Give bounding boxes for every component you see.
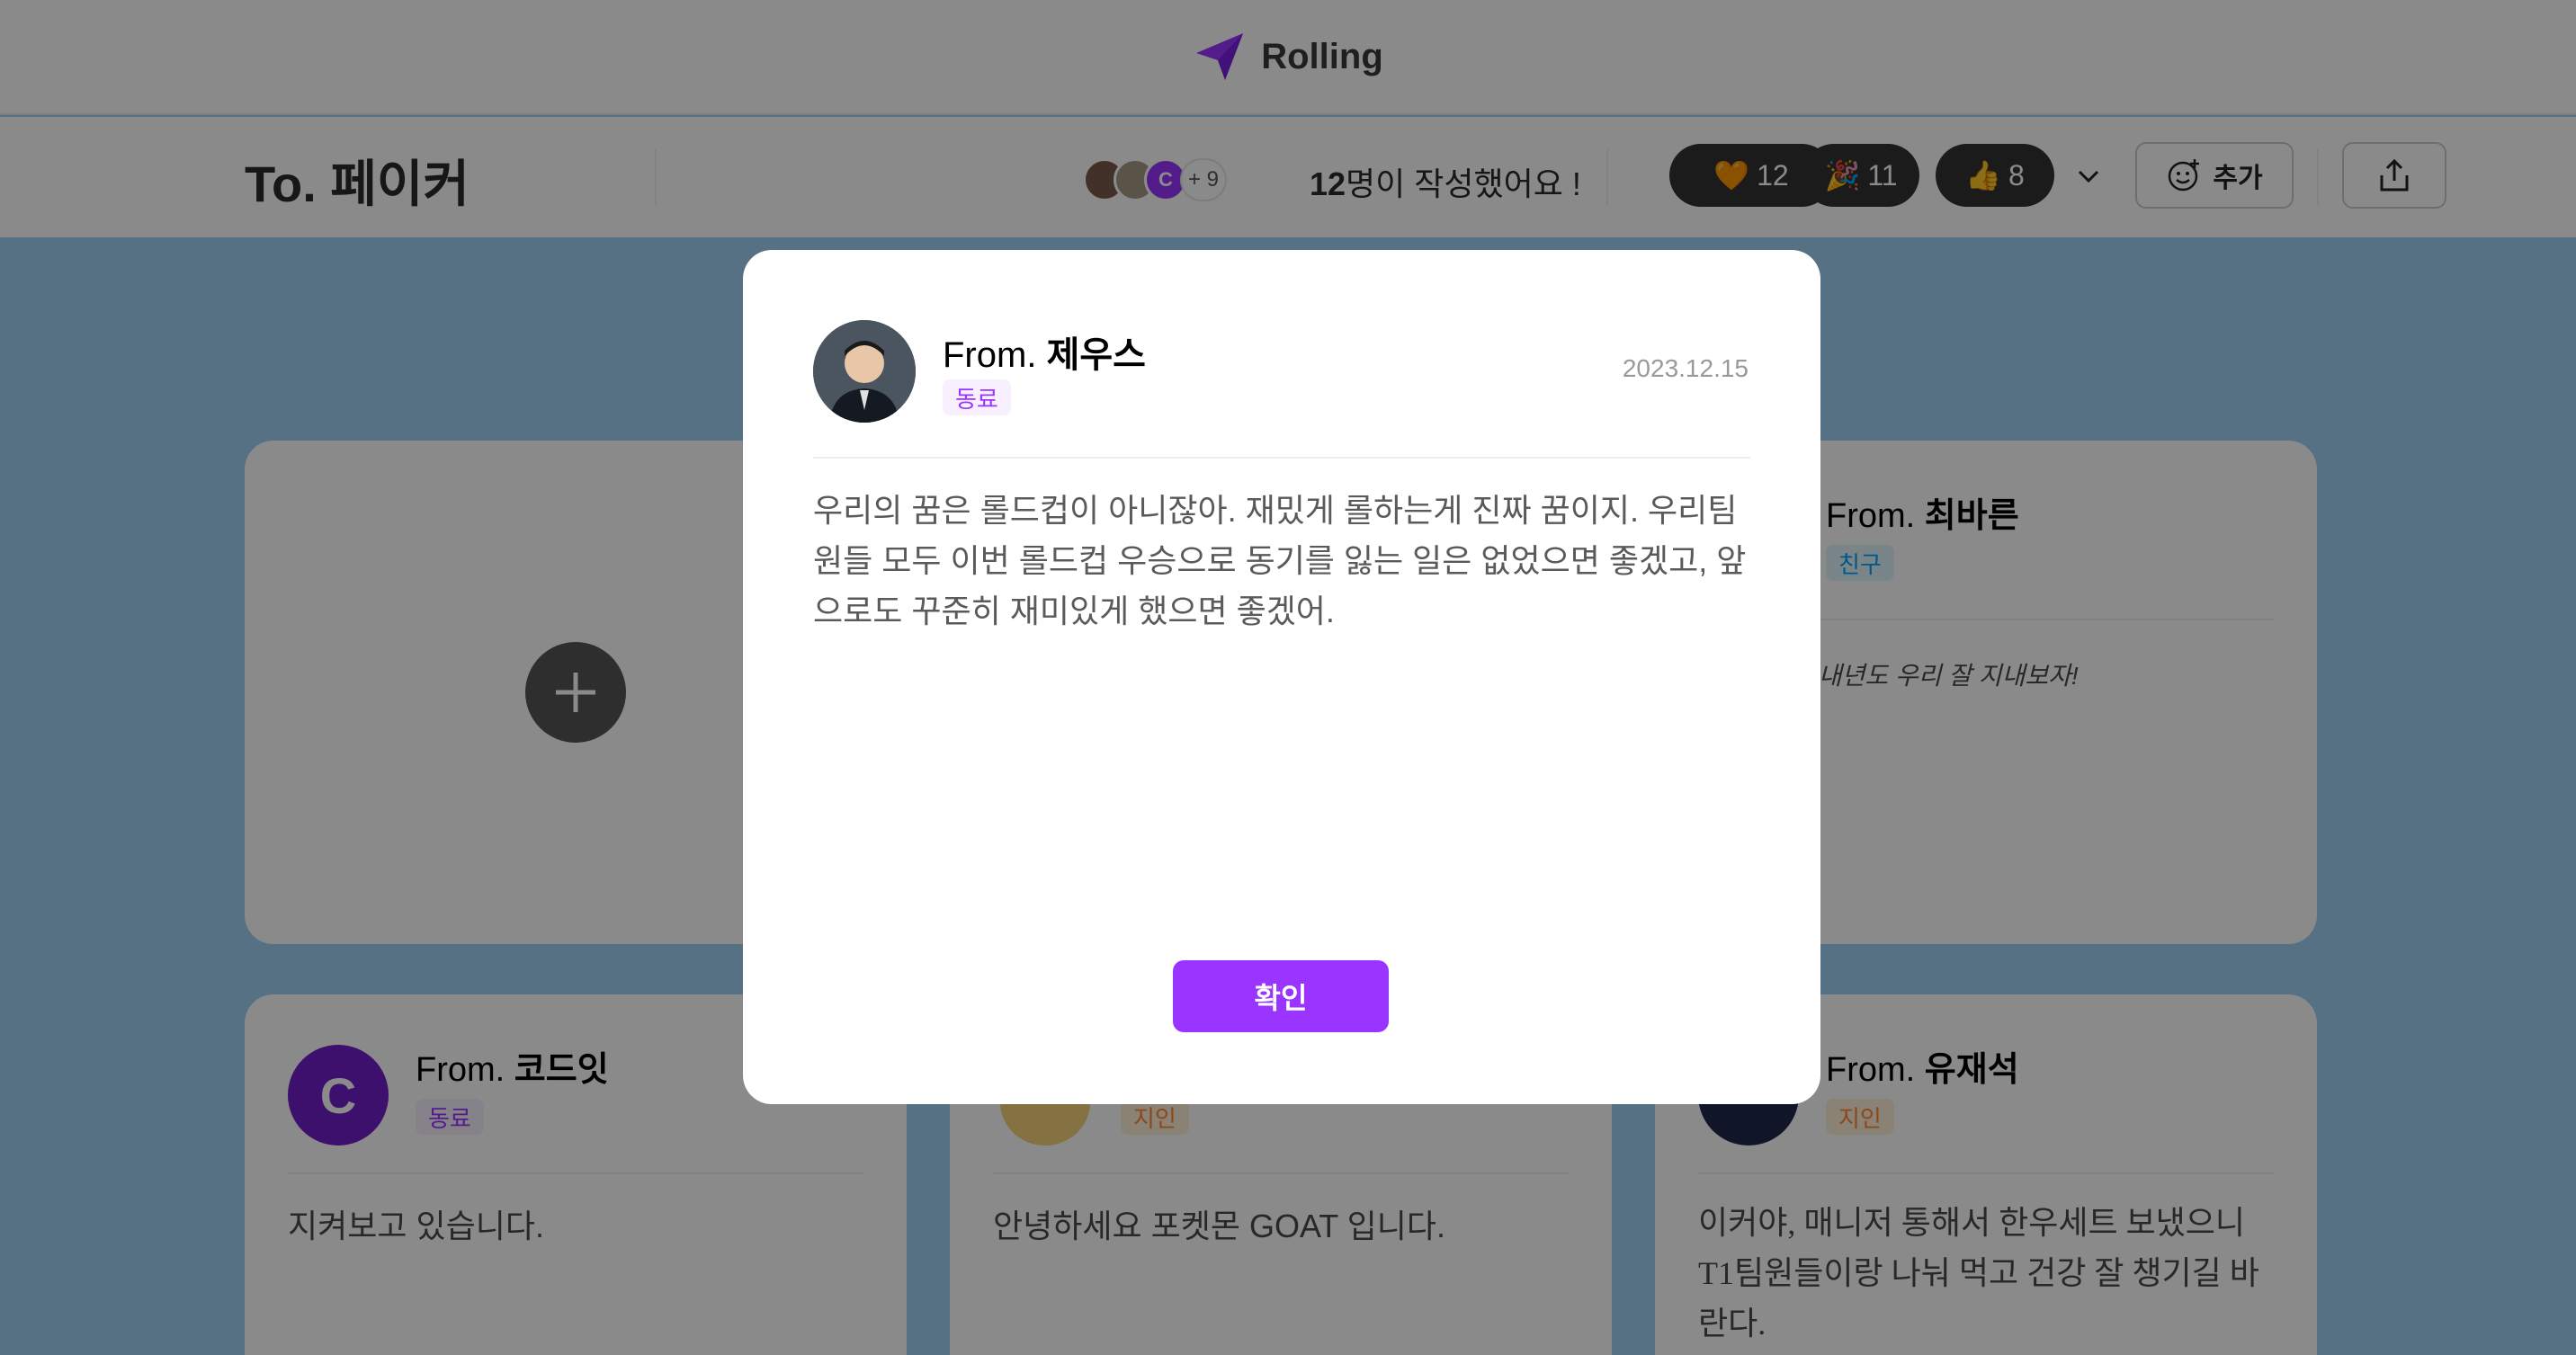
- avatar: [813, 320, 916, 423]
- from-prefix: From.: [943, 335, 1037, 375]
- relation-badge: 동료: [943, 379, 1011, 415]
- message-date: 2023.12.15: [1622, 354, 1749, 382]
- confirm-button[interactable]: 확인: [1173, 960, 1389, 1032]
- message-modal: From. 제우스 동료 2023.12.15 우리의 꿈은 롤드컵이 아니잖아…: [743, 250, 1820, 1104]
- message-body: 우리의 꿈은 롤드컵이 아니잖아. 재밌게 롤하는게 진짜 꿈이지. 우리팀원들…: [813, 492, 1747, 629]
- sender-name: 제우스: [1046, 335, 1146, 375]
- divider: [813, 457, 1750, 459]
- modal-from: From. 제우스: [943, 325, 1146, 378]
